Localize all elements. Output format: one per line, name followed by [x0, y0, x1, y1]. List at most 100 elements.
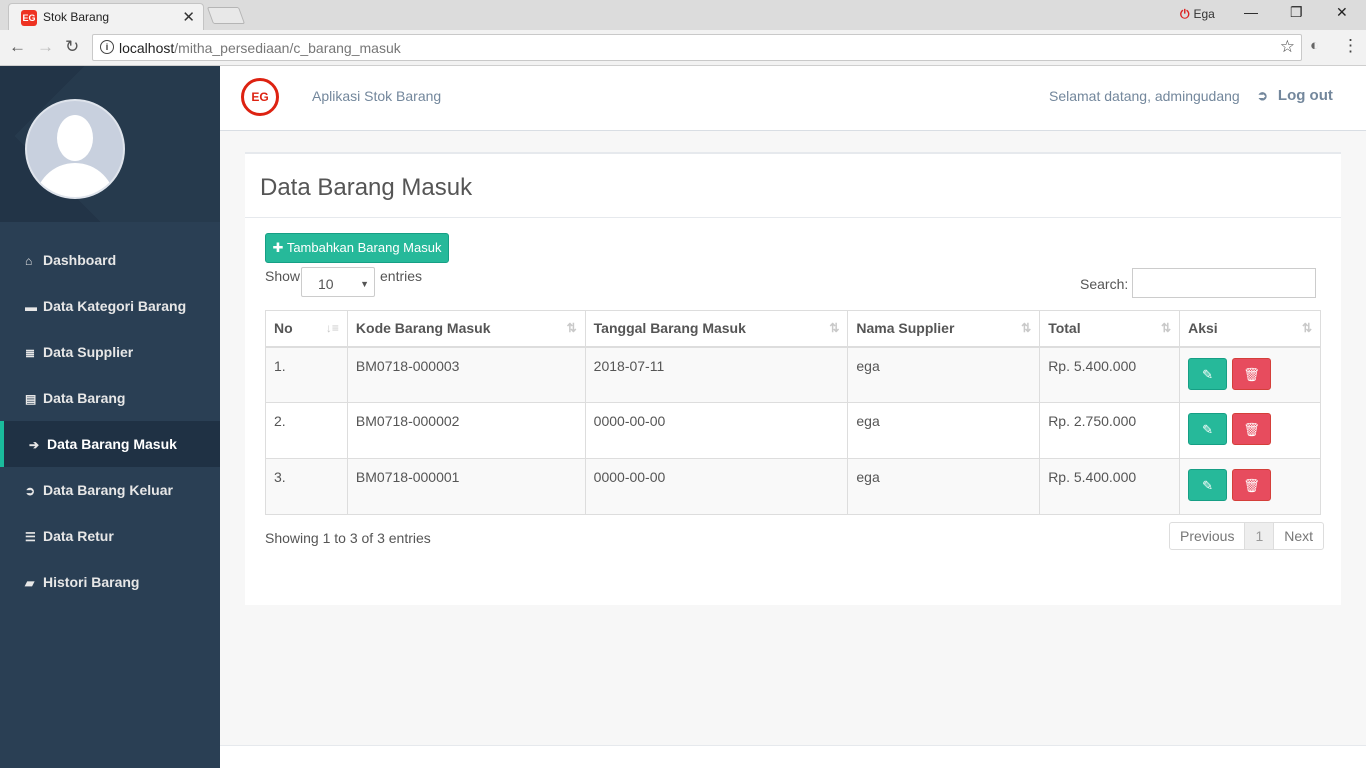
pagination: Previous 1 Next	[1169, 522, 1325, 550]
sign-in-icon: ➔	[29, 438, 40, 452]
cell-kode: BM0718-000003	[346, 346, 586, 403]
welcome-text: Selamat datang, admingudang	[1049, 88, 1240, 104]
trash-icon: 🗑	[1243, 478, 1260, 493]
search-label: Search:	[1080, 276, 1129, 292]
cell-tanggal: 0000-00-00	[584, 458, 849, 515]
cell-no: 2.	[265, 402, 348, 459]
cell-aksi: ✎ 🗑	[1179, 346, 1321, 403]
delete-button[interactable]: 🗑	[1231, 469, 1271, 501]
add-barang-masuk-button[interactable]: ✚ Tambahkan Barang Masuk	[265, 233, 449, 263]
content-panel: Data Barang Masuk ✚ Tambahkan Barang Mas…	[245, 152, 1341, 605]
sidebar-item-data-supplier[interactable]: ≣ Data Supplier	[0, 329, 220, 375]
sort-icon: ⇅	[1301, 321, 1312, 335]
delete-button[interactable]: 🗑	[1231, 413, 1271, 445]
minimize-icon[interactable]: —	[1244, 4, 1258, 20]
column-header-supplier[interactable]: Nama Supplier ⇅	[847, 310, 1041, 348]
edit-button[interactable]: ✎	[1188, 357, 1228, 390]
cell-kode: BM0718-000001	[346, 458, 586, 515]
folder-icon: ▰	[25, 576, 35, 590]
edit-icon: ✎	[1202, 478, 1214, 493]
edit-icon: ✎	[1202, 422, 1214, 437]
column-header-no[interactable]: No ↓≡	[265, 310, 348, 348]
cell-tanggal: 2018-07-11	[584, 346, 849, 403]
pagination-previous[interactable]: Previous	[1170, 523, 1246, 549]
sidebar-item-data-barang-masuk[interactable]: ➔ Data Barang Masuk	[0, 421, 220, 467]
sidebar-item-histori-barang[interactable]: ▰ Histori Barang	[0, 559, 220, 605]
cell-supplier: ega	[847, 402, 1041, 459]
extension-icon[interactable]: ◐	[1310, 37, 1319, 54]
table-row: 3. BM0718-000001 0000-00-00 ega Rp. 5.40…	[265, 458, 1321, 515]
profile-icon: ⏻	[1180, 7, 1190, 21]
sort-icon: ⇅	[566, 321, 577, 335]
logo[interactable]: EG	[241, 78, 279, 116]
list-icon: ☰	[25, 530, 36, 544]
cell-total: Rp. 5.400.000	[1039, 458, 1181, 515]
main-content: Data Barang Masuk ✚ Tambahkan Barang Mas…	[220, 131, 1366, 768]
browser-tab[interactable]: EG Stok Barang ✕	[8, 3, 204, 30]
briefcase-icon: ▬	[25, 300, 37, 314]
app-title: Aplikasi Stok Barang	[312, 88, 442, 104]
tab-close-icon[interactable]: ✕	[182, 8, 195, 26]
logout-link[interactable]: ➲ Log out	[1257, 87, 1333, 104]
pagination-page-1[interactable]: 1	[1245, 523, 1275, 549]
cell-no: 3.	[265, 458, 348, 515]
column-header-kode[interactable]: Kode Barang Masuk ⇅	[346, 310, 586, 348]
sort-icon: ⇅	[1161, 321, 1172, 335]
trash-icon: 🗑	[1243, 366, 1260, 382]
table-row: 1. BM0718-000003 2018-07-11 ega Rp. 5.40…	[265, 346, 1321, 403]
info-icon[interactable]: i	[100, 40, 114, 54]
entries-label: entries	[380, 268, 423, 284]
table-info: Showing 1 to 3 of 3 entries	[265, 530, 431, 546]
sidebar-menu: ⌂ Dashboard ▬ Data Kategori Barang ≣ Data S…	[0, 237, 220, 605]
sidebar-item-dashboard[interactable]: ⌂ Dashboard	[0, 237, 220, 283]
sidebar-item-data-barang[interactable]: ▤ Data Barang	[0, 375, 220, 421]
cell-total: Rp. 5.400.000	[1039, 346, 1181, 403]
bookmark-star-icon[interactable]: ☆	[1280, 37, 1295, 57]
sidebar-item-data-retur[interactable]: ☰ Data Retur	[0, 513, 220, 559]
sign-out-icon: ➲	[1257, 88, 1268, 103]
delete-button[interactable]: 🗑	[1231, 357, 1271, 390]
column-header-tanggal[interactable]: Tanggal Barang Masuk ⇅	[584, 310, 849, 348]
column-header-aksi[interactable]: Aksi ⇅	[1179, 310, 1321, 348]
top-navbar: EG Aplikasi Stok Barang Selamat datang, …	[220, 66, 1366, 131]
plus-icon: ✚	[272, 240, 287, 255]
sort-asc-icon: ↓≡	[325, 321, 339, 335]
sidebar-item-data-barang-keluar[interactable]: ➲ Data Barang Keluar	[0, 467, 220, 513]
cell-supplier: ega	[847, 458, 1041, 515]
url-text[interactable]: localhost/mitha_persediaan/c_barang_masu…	[119, 40, 401, 56]
cell-aksi: ✎ 🗑	[1179, 402, 1321, 459]
page-length-control: Show 10 ▼ entries	[265, 267, 422, 297]
sidebar-profile	[0, 66, 220, 222]
trash-icon: 🗑	[1243, 422, 1260, 437]
pagination-next[interactable]: Next	[1274, 523, 1323, 549]
forward-icon[interactable]: →	[37, 37, 54, 57]
reload-icon[interactable]: ↻	[65, 37, 79, 57]
cell-aksi: ✎ 🗑	[1179, 458, 1321, 515]
restore-icon[interactable]: ❐	[1290, 4, 1303, 21]
sidebar-item-data-kategori-barang[interactable]: ▬ Data Kategori Barang	[0, 283, 220, 329]
edit-button[interactable]: ✎	[1188, 413, 1228, 445]
browser-profile[interactable]: ⏻ Ega	[1180, 7, 1215, 22]
search-input[interactable]	[1132, 268, 1316, 298]
browser-tab-bar: EG Stok Barang ✕ ⏻ Ega — ❐ ✕	[0, 0, 1366, 30]
window-close-icon[interactable]: ✕	[1336, 4, 1348, 21]
data-table: No ↓≡ Kode Barang Masuk ⇅ Tanggal Barang M…	[265, 310, 1321, 515]
favicon-icon: EG	[21, 10, 37, 26]
profile-name: Ega	[1193, 7, 1215, 21]
back-icon[interactable]: ←	[9, 37, 26, 57]
page-length-select[interactable]: 10 ▼	[301, 267, 375, 297]
footer	[220, 745, 1366, 768]
caret-down-icon: ▼	[360, 279, 369, 289]
address-bar[interactable]: i localhost/mitha_persediaan/c_barang_ma…	[92, 34, 1302, 61]
sort-icon: ⇅	[829, 321, 840, 335]
browser-menu-icon[interactable]: ⋮	[1342, 36, 1359, 56]
sidebar: ⌂ Dashboard ▬ Data Kategori Barang ≣ Data S…	[0, 66, 220, 768]
browser-toolbar: ← → ↻ i localhost/mitha_persediaan/c_bar…	[0, 30, 1366, 66]
column-header-total[interactable]: Total ⇅	[1039, 310, 1181, 348]
new-tab-button[interactable]	[206, 7, 246, 24]
database-icon: ≣	[25, 346, 36, 360]
table-row: 2. BM0718-000002 0000-00-00 ega Rp. 2.75…	[265, 402, 1321, 459]
cell-kode: BM0718-000002	[346, 402, 586, 459]
edit-button[interactable]: ✎	[1188, 469, 1228, 501]
file-icon: ▤	[25, 392, 37, 406]
